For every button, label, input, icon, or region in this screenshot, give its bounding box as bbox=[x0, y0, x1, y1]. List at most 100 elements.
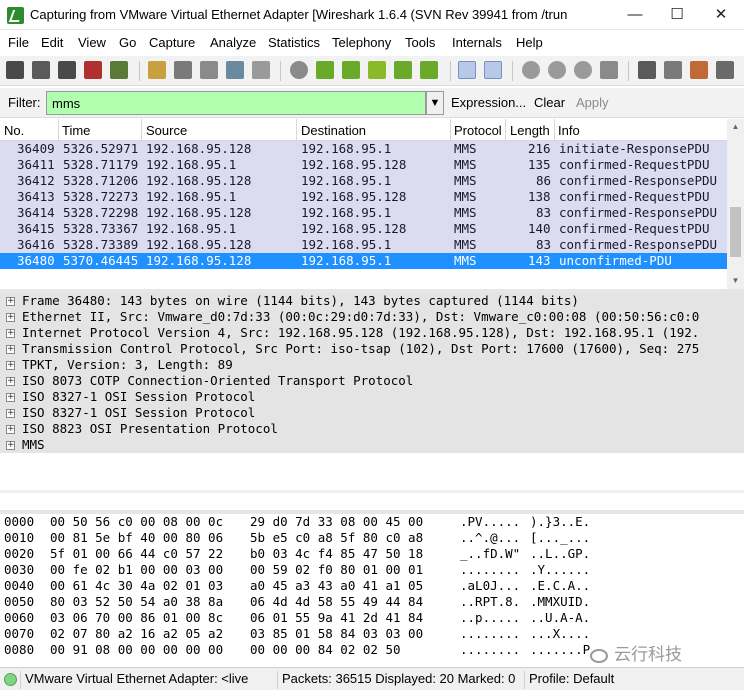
restart-capture-icon[interactable] bbox=[110, 61, 128, 79]
column-header-time[interactable]: Time bbox=[62, 123, 90, 138]
expand-icon[interactable]: + bbox=[6, 361, 15, 370]
maximize-button[interactable]: ☐ bbox=[656, 0, 698, 30]
colorize-icon[interactable] bbox=[458, 61, 476, 79]
column-header-no[interactable]: No. bbox=[4, 123, 24, 138]
find-packet-icon[interactable] bbox=[290, 61, 308, 79]
capture-status-icon[interactable] bbox=[4, 673, 17, 686]
menu-telephony[interactable]: Telephony bbox=[332, 35, 391, 50]
hex-row[interactable]: 0050 80 03 52 50 54 a0 38 8a 06 4d 4d 58 5… bbox=[0, 594, 744, 610]
menu-analyze[interactable]: Analyze bbox=[210, 35, 256, 50]
packet-row[interactable]: 36411 5328.71179 192.168.95.1 192.168.95… bbox=[0, 157, 727, 173]
hex-row[interactable]: 0000 00 50 56 c0 00 08 00 0c 29 d0 7d 33 0… bbox=[0, 514, 744, 530]
apply-filter-button[interactable]: Apply bbox=[576, 95, 609, 110]
expand-icon[interactable]: + bbox=[6, 313, 15, 322]
packet-row[interactable]: 36415 5328.73367 192.168.95.1 192.168.95… bbox=[0, 221, 727, 237]
detail-tree-item[interactable]: + TPKT, Version: 3, Length: 89 bbox=[0, 357, 744, 373]
capture-options-icon[interactable] bbox=[32, 61, 50, 79]
stop-capture-icon[interactable] bbox=[84, 61, 102, 79]
detail-tree-item[interactable]: + Frame 36480: 143 bytes on wire (1144 bi… bbox=[0, 293, 744, 309]
scrollbar-thumb[interactable] bbox=[730, 207, 741, 257]
expand-icon[interactable]: + bbox=[6, 425, 15, 434]
detail-tree-item[interactable]: + ISO 8327-1 OSI Session Protocol bbox=[0, 405, 744, 421]
column-divider[interactable] bbox=[505, 119, 506, 141]
reload-icon[interactable] bbox=[226, 61, 244, 79]
scroll-up-arrow-icon[interactable]: ▲ bbox=[727, 119, 744, 135]
go-back-icon[interactable] bbox=[316, 61, 334, 79]
details-horizontal-scrollbar[interactable]: ◀ ▶ bbox=[0, 490, 744, 493]
expand-icon[interactable]: + bbox=[6, 345, 15, 354]
open-file-icon[interactable] bbox=[148, 61, 166, 79]
column-divider[interactable] bbox=[58, 119, 59, 141]
packet-row-selected[interactable]: 36480 5370.46445 192.168.95.128 192.168.… bbox=[0, 253, 727, 269]
expand-icon[interactable]: + bbox=[6, 441, 15, 450]
minimize-button[interactable]: — bbox=[614, 0, 656, 30]
zoom-out-icon[interactable] bbox=[548, 61, 566, 79]
coloring-rules-icon[interactable] bbox=[690, 61, 708, 79]
hex-row[interactable]: 0010 00 81 5e bf 40 00 80 06 5b e5 c0 a8 5… bbox=[0, 530, 744, 546]
hex-row[interactable]: 0040 00 61 4c 30 4a 02 01 03 a0 45 a3 43 a… bbox=[0, 578, 744, 594]
packet-list-pane[interactable]: No. Time Source Destination Protocol Len… bbox=[0, 119, 744, 289]
expression-button[interactable]: Expression... bbox=[451, 95, 526, 110]
expand-icon[interactable]: + bbox=[6, 377, 15, 386]
close-file-icon[interactable] bbox=[200, 61, 218, 79]
close-button[interactable]: ✕ bbox=[700, 0, 742, 30]
capture-filters-icon[interactable] bbox=[638, 61, 656, 79]
column-header-source[interactable]: Source bbox=[146, 123, 187, 138]
packet-details-pane[interactable]: + Frame 36480: 143 bytes on wire (1144 bi… bbox=[0, 293, 744, 493]
detail-tree-item[interactable]: + ISO 8073 COTP Connection-Oriented Trans… bbox=[0, 373, 744, 389]
expand-icon[interactable]: + bbox=[6, 297, 15, 306]
print-icon[interactable] bbox=[252, 61, 270, 79]
detail-tree-item[interactable]: + Ethernet II, Src: Vmware_d0:7d:33 (00:0… bbox=[0, 309, 744, 325]
interface-list-icon[interactable] bbox=[6, 61, 24, 79]
packet-row[interactable]: 36409 5326.52971 192.168.95.128 192.168.… bbox=[0, 141, 727, 157]
menu-capture[interactable]: Capture bbox=[149, 35, 195, 50]
detail-tree-item[interactable]: + Transmission Control Protocol, Src Port… bbox=[0, 341, 744, 357]
column-divider[interactable] bbox=[296, 119, 297, 141]
menu-edit[interactable]: Edit bbox=[41, 35, 63, 50]
detail-tree-item[interactable]: + MMS bbox=[0, 437, 744, 453]
start-capture-icon[interactable] bbox=[58, 61, 76, 79]
detail-tree-item[interactable]: + ISO 8327-1 OSI Session Protocol bbox=[0, 389, 744, 405]
column-divider[interactable] bbox=[554, 119, 555, 141]
column-header-length[interactable]: Length bbox=[510, 123, 550, 138]
menu-statistics[interactable]: Statistics bbox=[268, 35, 320, 50]
scroll-left-arrow-icon[interactable]: ◀ bbox=[0, 490, 17, 493]
hex-row[interactable]: 0030 00 fe 02 b1 00 00 03 00 00 59 02 f0 8… bbox=[0, 562, 744, 578]
hex-row[interactable]: 0060 03 06 70 00 86 01 00 8c 06 01 55 9a 4… bbox=[0, 610, 744, 626]
expand-icon[interactable]: + bbox=[6, 393, 15, 402]
packet-row[interactable]: 36414 5328.72298 192.168.95.128 192.168.… bbox=[0, 205, 727, 221]
packet-row[interactable]: 36416 5328.73389 192.168.95.128 192.168.… bbox=[0, 237, 727, 253]
column-header-destination[interactable]: Destination bbox=[301, 123, 366, 138]
hex-row[interactable]: 0020 5f 01 00 66 44 c0 57 22 b0 03 4c f4 8… bbox=[0, 546, 744, 562]
menu-tools[interactable]: Tools bbox=[405, 35, 435, 50]
resize-columns-icon[interactable] bbox=[600, 61, 618, 79]
scroll-down-arrow-icon[interactable]: ▼ bbox=[727, 273, 744, 289]
go-to-packet-icon[interactable] bbox=[368, 61, 386, 79]
zoom-normal-icon[interactable] bbox=[574, 61, 592, 79]
display-filters-icon[interactable] bbox=[664, 61, 682, 79]
filter-dropdown-button[interactable]: ▼ bbox=[426, 91, 444, 115]
menu-go[interactable]: Go bbox=[119, 35, 136, 50]
go-forward-icon[interactable] bbox=[342, 61, 360, 79]
column-divider[interactable] bbox=[450, 119, 451, 141]
expand-icon[interactable]: + bbox=[6, 409, 15, 418]
column-header-info[interactable]: Info bbox=[558, 123, 580, 138]
detail-tree-item[interactable]: + Internet Protocol Version 4, Src: 192.1… bbox=[0, 325, 744, 341]
column-header-protocol[interactable]: Protocol bbox=[454, 123, 502, 138]
clear-filter-button[interactable]: Clear bbox=[534, 95, 565, 110]
menu-file[interactable]: File bbox=[8, 35, 29, 50]
menu-view[interactable]: View bbox=[78, 35, 106, 50]
menu-help[interactable]: Help bbox=[516, 35, 543, 50]
save-file-icon[interactable] bbox=[174, 61, 192, 79]
auto-scroll-icon[interactable] bbox=[484, 61, 502, 79]
zoom-in-icon[interactable] bbox=[522, 61, 540, 79]
menu-internals[interactable]: Internals bbox=[452, 35, 502, 50]
scroll-right-arrow-icon[interactable]: ▶ bbox=[727, 490, 744, 493]
column-divider[interactable] bbox=[141, 119, 142, 141]
preferences-icon[interactable] bbox=[716, 61, 734, 79]
packet-list-vertical-scrollbar[interactable]: ▲ ▼ bbox=[727, 119, 744, 289]
detail-tree-item[interactable]: + ISO 8823 OSI Presentation Protocol bbox=[0, 421, 744, 437]
packet-row[interactable]: 36413 5328.72273 192.168.95.1 192.168.95… bbox=[0, 189, 727, 205]
display-filter-input[interactable]: mms bbox=[46, 91, 426, 115]
go-last-icon[interactable] bbox=[420, 61, 438, 79]
